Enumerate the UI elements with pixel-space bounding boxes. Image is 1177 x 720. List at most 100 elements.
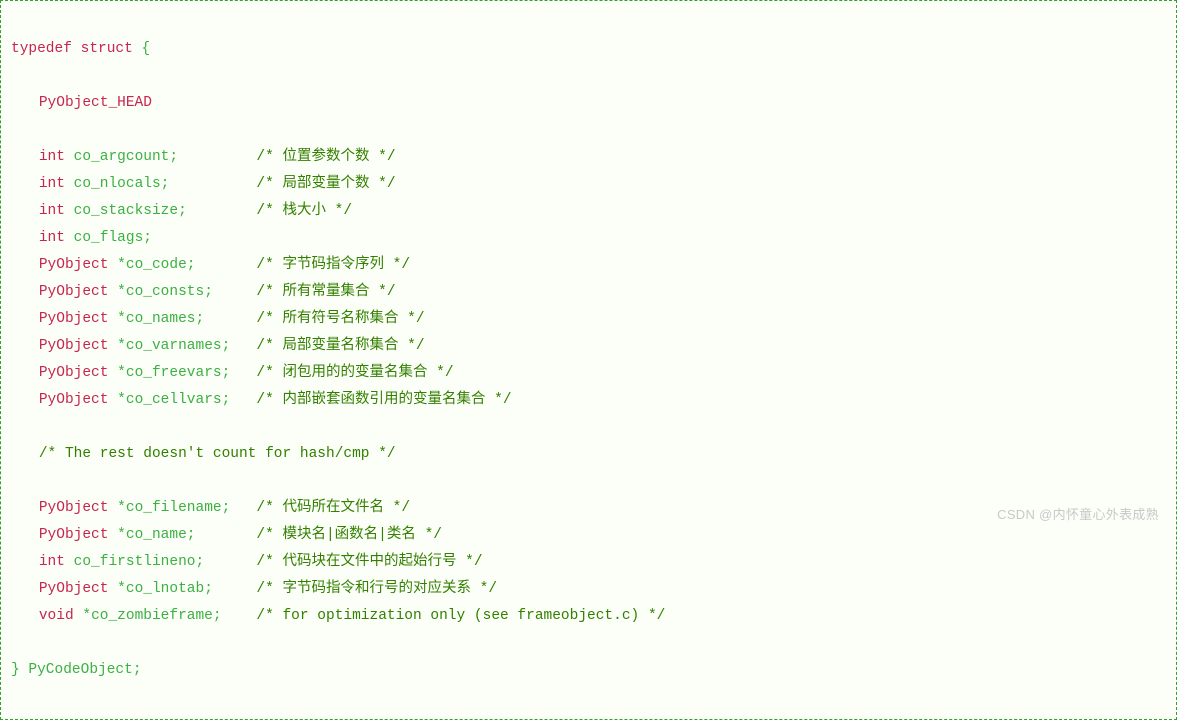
field-comment: /* 代码所在文件名 */ <box>256 500 410 516</box>
fields-block-1: int co_argcount;/* 位置参数个数 */int co_nloca… <box>11 144 1166 414</box>
field-comment: /* 代码块在文件中的起始行号 */ <box>256 554 482 570</box>
field-type: PyObject <box>39 311 109 327</box>
struct-close-line: } PyCodeObject; <box>11 657 1166 684</box>
field-name: co_freevars <box>126 365 222 381</box>
field-name: co_names <box>126 311 196 327</box>
field-comment: /* 所有常量集合 */ <box>256 284 395 300</box>
field-type: PyObject <box>39 338 109 354</box>
field-declaration: void *co_zombieframe; <box>39 603 257 630</box>
field-name: co_consts <box>126 284 204 300</box>
watermark: CSDN @内怀童心外表成熟 <box>997 504 1159 523</box>
pointer-star: * <box>117 527 126 543</box>
semicolon: ; <box>222 365 231 381</box>
semicolon: ; <box>222 500 231 516</box>
field-name: co_filename <box>126 500 222 516</box>
keyword-struct: struct <box>81 41 133 57</box>
semicolon: ; <box>204 581 213 597</box>
macro-pyobject-head: PyObject_HEAD <box>39 95 152 111</box>
field-type: int <box>39 230 65 246</box>
pointer-star: * <box>117 338 126 354</box>
field-declaration: PyObject *co_filename; <box>39 495 257 522</box>
field-name: co_code <box>126 257 187 273</box>
field-comment: /* 位置参数个数 */ <box>256 149 395 165</box>
field-comment: /* 字节码指令和行号的对应关系 */ <box>256 581 497 597</box>
field-comment: /* 栈大小 */ <box>256 203 352 219</box>
semicolon: ; <box>169 149 178 165</box>
pointer-star: * <box>117 392 126 408</box>
field-name: co_zombieframe <box>91 608 213 624</box>
code-block: typedef struct { PyObject_HEAD int co_ar… <box>0 0 1177 720</box>
mid-comment-line: /* The rest doesn't count for hash/cmp *… <box>11 441 1166 468</box>
fields-block-2: PyObject *co_filename;/* 代码所在文件名 */PyObj… <box>11 495 1166 630</box>
field-type: void <box>39 608 74 624</box>
field-comment: /* 局部变量名称集合 */ <box>256 338 424 354</box>
field-type: int <box>39 554 65 570</box>
semicolon: ; <box>187 527 196 543</box>
field-name: co_cellvars <box>126 392 222 408</box>
field-declaration: PyObject *co_names; <box>39 306 257 333</box>
field-comment: /* 局部变量个数 */ <box>256 176 395 192</box>
type-name: PyCodeObject <box>28 662 132 678</box>
field-declaration: PyObject *co_name; <box>39 522 257 549</box>
field-declaration: int co_argcount; <box>39 144 257 171</box>
field-type: PyObject <box>39 500 109 516</box>
pointer-star: * <box>117 284 126 300</box>
brace-close: } <box>11 662 20 678</box>
semicolon: ; <box>143 230 152 246</box>
field-name: co_flags <box>74 230 144 246</box>
semicolon: ; <box>178 203 187 219</box>
field-line: PyObject *co_name;/* 模块名|函数名|类名 */ <box>11 522 1166 549</box>
field-declaration: PyObject *co_freevars; <box>39 360 257 387</box>
field-line: PyObject *co_varnames;/* 局部变量名称集合 */ <box>11 333 1166 360</box>
field-line: PyObject *co_names;/* 所有符号名称集合 */ <box>11 306 1166 333</box>
semicolon: ; <box>213 608 222 624</box>
field-comment: /* 闭包用的的变量名集合 */ <box>256 365 453 381</box>
field-type: PyObject <box>39 392 109 408</box>
field-declaration: PyObject *co_code; <box>39 252 257 279</box>
field-line: int co_argcount;/* 位置参数个数 */ <box>11 144 1166 171</box>
semicolon: ; <box>161 176 170 192</box>
pointer-star: * <box>117 365 126 381</box>
field-type: int <box>39 149 65 165</box>
field-line: PyObject *co_cellvars;/* 内部嵌套函数引用的变量名集合 … <box>11 387 1166 414</box>
semicolon: ; <box>187 257 196 273</box>
field-name: co_stacksize <box>74 203 178 219</box>
struct-open-line: typedef struct { <box>11 36 1166 63</box>
field-line: PyObject *co_code;/* 字节码指令序列 */ <box>11 252 1166 279</box>
field-type: PyObject <box>39 257 109 273</box>
field-comment: /* for optimization only (see frameobjec… <box>256 608 665 624</box>
field-comment: /* 字节码指令序列 */ <box>256 257 410 273</box>
field-declaration: PyObject *co_varnames; <box>39 333 257 360</box>
field-declaration: PyObject *co_lnotab; <box>39 576 257 603</box>
field-line: int co_flags; <box>11 225 1166 252</box>
field-name: co_firstlineno <box>74 554 196 570</box>
pointer-star: * <box>82 608 91 624</box>
field-line: int co_stacksize;/* 栈大小 */ <box>11 198 1166 225</box>
field-type: int <box>39 203 65 219</box>
semicolon: ; <box>222 392 231 408</box>
field-line: void *co_zombieframe;/* for optimization… <box>11 603 1166 630</box>
field-comment: /* 模块名|函数名|类名 */ <box>256 527 442 543</box>
field-name: co_varnames <box>126 338 222 354</box>
field-name: co_lnotab <box>126 581 204 597</box>
pointer-star: * <box>117 581 126 597</box>
semicolon: ; <box>196 311 205 327</box>
field-declaration: PyObject *co_cellvars; <box>39 387 257 414</box>
field-name: co_name <box>126 527 187 543</box>
field-declaration: int co_stacksize; <box>39 198 257 225</box>
pyobject-head-line: PyObject_HEAD <box>11 90 1166 117</box>
field-name: co_nlocals <box>74 176 161 192</box>
field-line: PyObject *co_freevars;/* 闭包用的的变量名集合 */ <box>11 360 1166 387</box>
field-line: PyObject *co_consts;/* 所有常量集合 */ <box>11 279 1166 306</box>
field-type: PyObject <box>39 581 109 597</box>
keyword-typedef: typedef <box>11 41 72 57</box>
field-declaration: int co_firstlineno; <box>39 549 257 576</box>
pointer-star: * <box>117 257 126 273</box>
field-line: int co_firstlineno;/* 代码块在文件中的起始行号 */ <box>11 549 1166 576</box>
field-type: PyObject <box>39 527 109 543</box>
field-comment: /* 内部嵌套函数引用的变量名集合 */ <box>256 392 511 408</box>
field-line: int co_nlocals; /* 局部变量个数 */ <box>11 171 1166 198</box>
pointer-star: * <box>117 311 126 327</box>
field-line: PyObject *co_filename;/* 代码所在文件名 */ <box>11 495 1166 522</box>
field-type: int <box>39 176 65 192</box>
